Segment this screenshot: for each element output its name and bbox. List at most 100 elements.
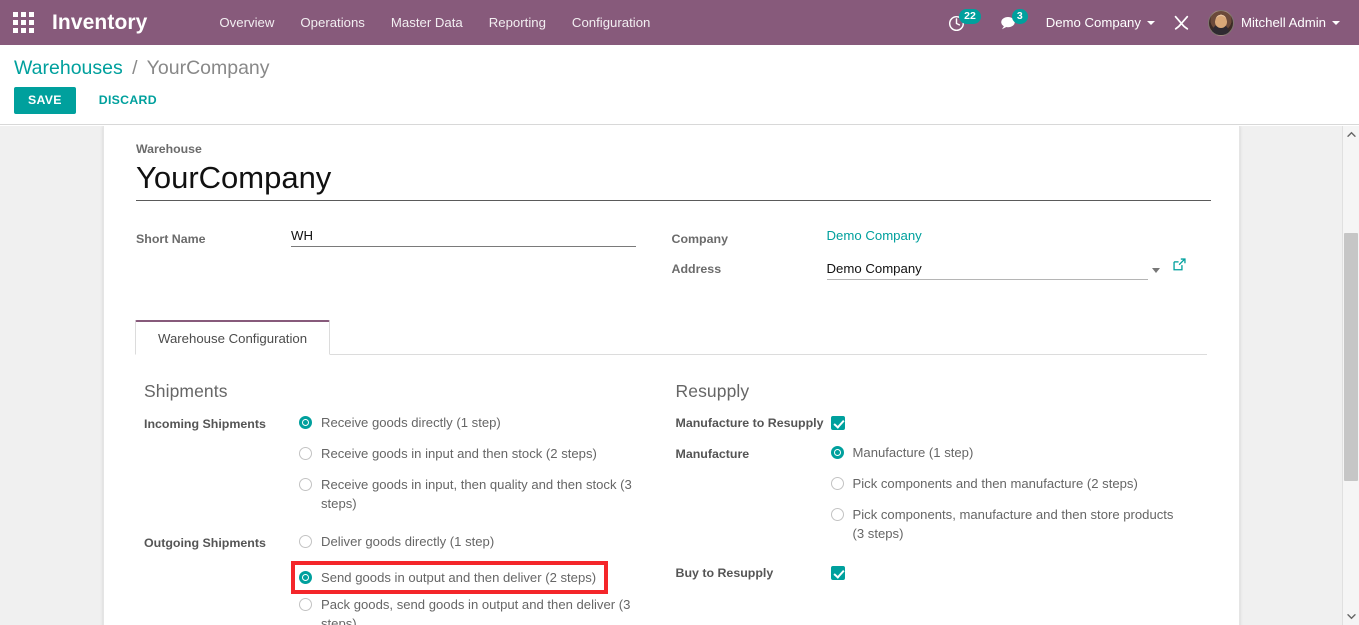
radio-send-output-2-steps[interactable]: Send goods in output and then deliver (2… [290,561,609,594]
user-menu[interactable]: Mitchell Admin [1199,0,1349,45]
radio-indicator [299,478,312,491]
apps-grid-icon [12,12,34,33]
message-count-badge: 3 [1011,8,1028,25]
form-action-buttons: SAVE DISCARD [14,87,1343,114]
scrollbar-thumb[interactable] [1344,233,1358,481]
apps-menu-button[interactable] [0,0,46,45]
tools-icon [1173,14,1190,31]
manufacture-label: Manufacture [675,447,750,461]
incoming-shipments-options: Receive goods directly (1 step) Receive … [299,413,676,513]
address-input[interactable] [826,260,1148,280]
radio-label: Receive goods in input and then stock (2… [321,446,597,461]
app-brand-inventory[interactable]: Inventory [52,11,147,35]
scroll-down-button[interactable] [1343,608,1359,625]
radio-receive-1-step[interactable]: Receive goods directly (1 step) [299,413,676,432]
notebook-page-warehouse-configuration: Shipments Incoming Shipments Receive goo… [136,355,1207,625]
field-address: Address [672,257,1208,280]
menu-item-reporting[interactable]: Reporting [476,2,559,43]
chevron-down-icon[interactable] [1151,268,1160,273]
notebook-tabs: Warehouse Configuration [135,320,1207,355]
chevron-down-icon [1332,20,1340,25]
save-button[interactable]: SAVE [14,87,76,114]
shipments-title: Shipments [144,381,228,401]
short-name-input[interactable] [291,227,636,247]
radio-indicator [299,571,312,584]
messaging-menu-button[interactable]: 3 [990,0,1037,45]
group-resupply: Resupply Manufacture to Resupply Manufac… [676,381,1208,625]
discard-button[interactable]: DISCARD [86,87,170,114]
warehouse-name-input[interactable] [136,158,1211,201]
vertical-scrollbar[interactable] [1342,126,1359,625]
top-navbar: Inventory Overview Operations Master Dat… [0,0,1359,45]
manufacture-to-resupply-checkbox[interactable] [830,416,845,430]
address-label: Address [671,262,722,276]
control-panel: Warehouses / YourCompany SAVE DISCARD 1 … [0,45,1359,146]
radio-label: Receive goods directly (1 step) [321,415,501,430]
radio-indicator [830,508,844,521]
company-value-link[interactable]: Demo Company [827,228,922,243]
radio-indicator [299,447,312,460]
radio-label: Pick components and then manufacture (2 … [852,476,1138,491]
group-shipments: Shipments Incoming Shipments Receive goo… [144,381,676,625]
company-switcher[interactable]: Demo Company [1037,0,1164,45]
tab-warehouse-configuration[interactable]: Warehouse Configuration [135,320,331,355]
field-company: Company Demo Company [672,227,1208,249]
radio-receive-3-steps[interactable]: Receive goods in input, then quality and… [299,475,676,513]
field-outgoing-shipments: Outgoing Shipments Deliver goods directl… [144,532,676,625]
main-menu: Overview Operations Master Data Reportin… [206,2,663,43]
radio-label: Pick components, manufacture and then st… [852,507,1174,541]
activity-count-badge: 22 [959,8,981,25]
address-many2one [826,257,1187,280]
radio-label: Receive goods in input, then quality and… [321,477,632,511]
radio-label: Manufacture (1 step) [852,445,974,460]
radio-label: Send goods in output and then deliver (2… [321,570,597,585]
debug-tools-button[interactable] [1164,0,1199,45]
radio-pick-manufacture-store-3-steps[interactable]: Pick components, manufacture and then st… [830,505,1208,543]
buy-to-resupply-checkbox[interactable] [830,566,845,580]
short-name-label: Short Name [136,232,206,246]
radio-receive-2-steps[interactable]: Receive goods in input and then stock (2… [299,444,676,463]
scrollbar-track[interactable] [1343,143,1359,608]
radio-indicator [830,446,844,459]
menu-item-configuration[interactable]: Configuration [559,2,663,43]
company-switcher-label: Demo Company [1045,15,1141,30]
radio-manufacture-1-step[interactable]: Manufacture (1 step) [830,443,1208,462]
outgoing-shipments-options: Deliver goods directly (1 step) Send goo… [290,532,676,625]
chevron-up-icon [1346,131,1356,137]
menu-item-overview[interactable]: Overview [206,2,287,43]
user-menu-label: Mitchell Admin [1240,15,1326,30]
buy-to-resupply-label: Buy to Resupply [675,566,774,580]
menu-item-operations[interactable]: Operations [287,2,378,43]
field-manufacture: Manufacture Manufacture (1 step) Pick co… [676,443,1208,543]
radio-label: Pack goods, send goods in output and the… [321,597,631,625]
outgoing-shipments-label: Outgoing Shipments [144,536,266,550]
breadcrumb-current: YourCompany [146,57,270,79]
resupply-title: Resupply [675,381,750,401]
notebook: Warehouse Configuration Shipments Incomi… [135,320,1207,625]
field-manufacture-to-resupply: Manufacture to Resupply [676,413,1208,433]
configuration-groups: Shipments Incoming Shipments Receive goo… [144,381,1207,625]
breadcrumb: Warehouses / YourCompany [14,56,1343,80]
systray: 22 3 Demo Company Mitchell Admin [939,0,1359,45]
warehouse-label: Warehouse [136,142,202,156]
chevron-down-icon [1146,20,1155,25]
radio-pick-manufacture-2-steps[interactable]: Pick components and then manufacture (2 … [830,474,1208,493]
radio-pack-send-deliver-3-steps[interactable]: Pack goods, send goods in output and the… [299,595,676,625]
radio-deliver-1-step[interactable]: Deliver goods directly (1 step) [299,532,676,551]
menu-item-master-data[interactable]: Master Data [378,2,476,43]
radio-indicator [299,535,312,548]
breadcrumb-link-warehouses[interactable]: Warehouses [14,57,123,79]
form-sheet: Warehouse Short Name Company [103,126,1240,625]
form-view-content: Warehouse Short Name Company [0,126,1359,625]
header-right-column: Company Demo Company Address [672,227,1208,288]
company-label: Company [671,232,728,246]
activity-menu-button[interactable]: 22 [939,0,990,45]
scroll-up-button[interactable] [1343,126,1359,143]
field-buy-to-resupply: Buy to Resupply [676,563,1208,583]
radio-indicator [299,416,312,429]
external-link-icon[interactable] [1172,257,1187,280]
breadcrumb-separator: / [132,57,138,79]
title-block: Warehouse [136,142,1211,201]
manufacture-options: Manufacture (1 step) Pick components and… [830,443,1208,543]
header-left-column: Short Name [136,227,672,288]
